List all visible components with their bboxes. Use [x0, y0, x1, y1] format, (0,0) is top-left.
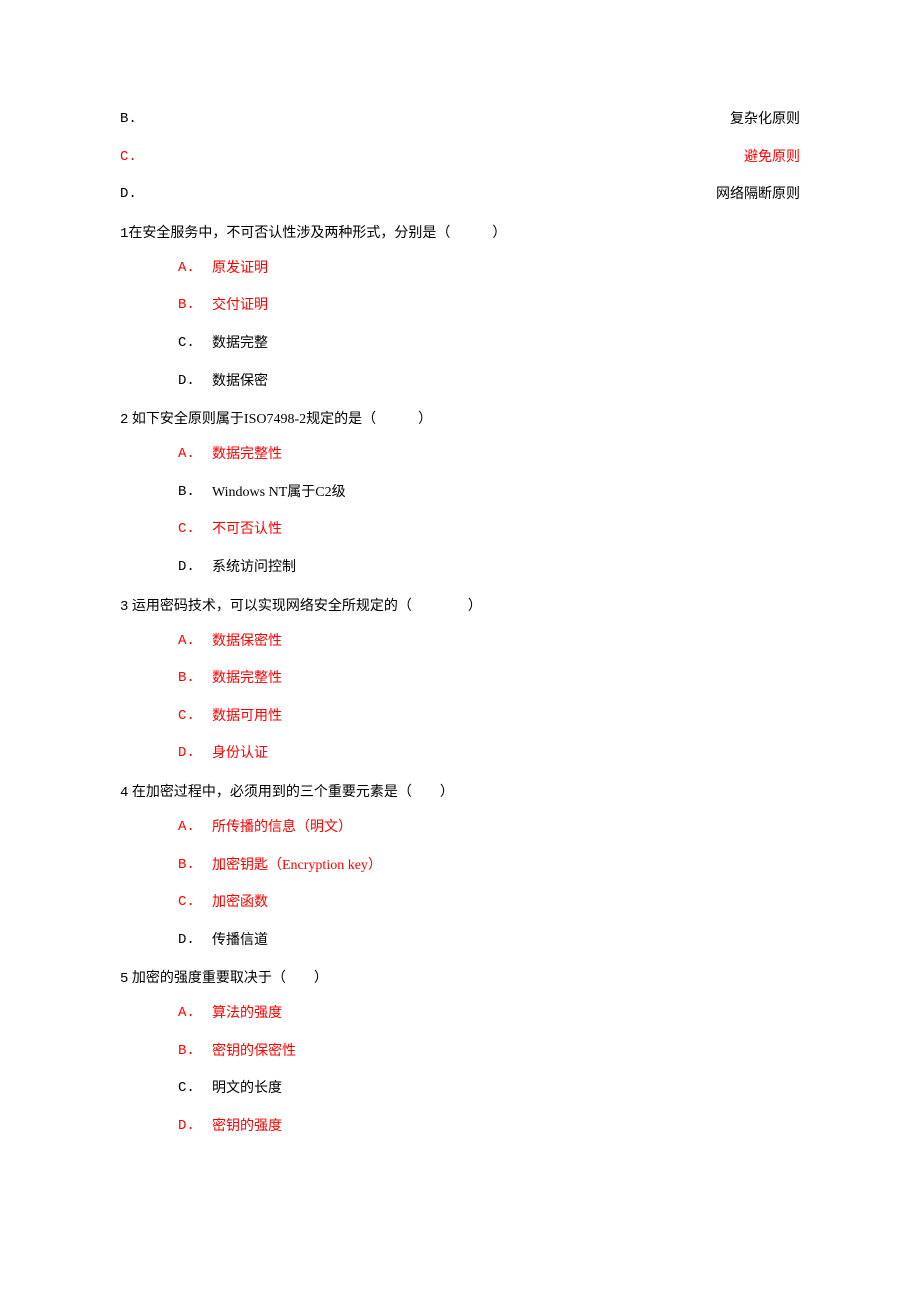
option-text: 密钥的强度	[212, 1117, 282, 1137]
option-row: D.数据保密	[178, 372, 800, 392]
option-text: 数据完整	[212, 334, 268, 354]
question-stem: 在安全服务中，不可否认性涉及两种形式，分别是（ ）	[128, 226, 506, 241]
option-row: C.明文的长度	[178, 1079, 800, 1099]
option-row: C.加密函数	[178, 893, 800, 913]
option-row: D.系统访问控制	[178, 558, 800, 578]
option-text: 复杂化原则	[730, 110, 800, 130]
option-letter: C.	[178, 520, 212, 540]
option-text: 数据保密性	[212, 632, 282, 652]
option-row: A.数据保密性	[178, 632, 800, 652]
option-row: D.传播信道	[178, 931, 800, 951]
option-text: Windows NT属于C2级	[212, 483, 346, 503]
option-text: 加密函数	[212, 893, 268, 913]
question-block: 1在安全服务中，不可否认性涉及两种形式，分别是（ ） A.原发证明 B.交付证明…	[120, 223, 800, 391]
option-letter: B.	[178, 669, 212, 689]
option-text: 系统访问控制	[212, 558, 296, 578]
option-text: 传播信道	[212, 931, 268, 951]
question-stem: 运用密码技术，可以实现网络安全所规定的（ ）	[128, 599, 482, 614]
option-letter: C.	[178, 334, 212, 354]
option-text: 算法的强度	[212, 1004, 282, 1024]
question-text: 2 如下安全原则属于ISO7498-2规定的是（ ）	[120, 409, 800, 431]
option-list: A.算法的强度 B.密钥的保密性 C.明文的长度 D.密钥的强度	[120, 1004, 800, 1136]
option-row: B.密钥的保密性	[178, 1042, 800, 1062]
option-letter: B.	[178, 483, 212, 503]
option-row: A.原发证明	[178, 259, 800, 279]
option-list: A.数据保密性 B.数据完整性 C.数据可用性 D.身份认证	[120, 632, 800, 764]
option-letter: B.	[178, 1042, 212, 1062]
option-letter: B.	[178, 856, 212, 876]
option-text: 数据可用性	[212, 707, 282, 727]
option-letter: A.	[178, 818, 212, 838]
question-stem: 加密的强度重要取决于（ ）	[128, 971, 328, 986]
question-block: 5 加密的强度重要取决于（ ） A.算法的强度 B.密钥的保密性 C.明文的长度…	[120, 968, 800, 1136]
question-text: 4 在加密过程中，必须用到的三个重要元素是（ ）	[120, 782, 800, 804]
option-text: 原发证明	[212, 259, 268, 279]
option-text: 身份认证	[212, 744, 268, 764]
option-letter: C.	[120, 148, 150, 168]
top-option-row: B. 复杂化原则	[120, 110, 800, 130]
top-option-row: D. 网络隔断原则	[120, 185, 800, 205]
option-letter: D.	[178, 931, 212, 951]
option-text: 数据完整性	[212, 445, 282, 465]
question-stem: 如下安全原则属于ISO7498-2规定的是（ ）	[128, 412, 432, 427]
option-letter: A.	[178, 445, 212, 465]
option-letter: D.	[120, 185, 150, 205]
option-row: D.密钥的强度	[178, 1117, 800, 1137]
top-option-block: B. 复杂化原则 C. 避免原则 D. 网络隔断原则	[120, 110, 800, 205]
option-row: B.数据完整性	[178, 669, 800, 689]
option-row: B.加密钥匙（Encryption key）	[178, 856, 800, 876]
option-row: A.数据完整性	[178, 445, 800, 465]
option-list: A.数据完整性 B.Windows NT属于C2级 C.不可否认性 D.系统访问…	[120, 445, 800, 577]
document-page: B. 复杂化原则 C. 避免原则 D. 网络隔断原则 1在安全服务中，不可否认性…	[0, 0, 920, 1255]
option-letter: D.	[178, 744, 212, 764]
option-text: 不可否认性	[212, 520, 282, 540]
option-row: C.数据完整	[178, 334, 800, 354]
option-text: 数据完整性	[212, 669, 282, 689]
option-list: A.原发证明 B.交付证明 C.数据完整 D.数据保密	[120, 259, 800, 391]
question-block: 4 在加密过程中，必须用到的三个重要元素是（ ） A.所传播的信息（明文） B.…	[120, 782, 800, 950]
option-letter: D.	[178, 1117, 212, 1137]
option-letter: C.	[178, 707, 212, 727]
option-letter: A.	[178, 259, 212, 279]
option-row: B.交付证明	[178, 296, 800, 316]
question-text: 1在安全服务中，不可否认性涉及两种形式，分别是（ ）	[120, 223, 800, 245]
option-letter: A.	[178, 1004, 212, 1024]
option-text: 避免原则	[744, 148, 800, 168]
question-block: 2 如下安全原则属于ISO7498-2规定的是（ ） A.数据完整性 B.Win…	[120, 409, 800, 577]
option-letter: D.	[178, 558, 212, 578]
option-letter: C.	[178, 1079, 212, 1099]
option-row: A.算法的强度	[178, 1004, 800, 1024]
option-row: B.Windows NT属于C2级	[178, 483, 800, 503]
option-row: D.身份认证	[178, 744, 800, 764]
question-block: 3 运用密码技术，可以实现网络安全所规定的（ ） A.数据保密性 B.数据完整性…	[120, 596, 800, 764]
option-letter: B.	[178, 296, 212, 316]
option-text: 明文的长度	[212, 1079, 282, 1099]
top-option-row: C. 避免原则	[120, 148, 800, 168]
option-row: A.所传播的信息（明文）	[178, 818, 800, 838]
option-text: 所传播的信息（明文）	[212, 818, 352, 838]
option-text: 数据保密	[212, 372, 268, 392]
option-letter: A.	[178, 632, 212, 652]
option-letter: D.	[178, 372, 212, 392]
option-row: C.数据可用性	[178, 707, 800, 727]
option-text: 加密钥匙（Encryption key）	[212, 856, 382, 876]
option-letter: C.	[178, 893, 212, 913]
option-list: A.所传播的信息（明文） B.加密钥匙（Encryption key） C.加密…	[120, 818, 800, 950]
option-row: C.不可否认性	[178, 520, 800, 540]
question-text: 3 运用密码技术，可以实现网络安全所规定的（ ）	[120, 596, 800, 618]
option-text: 交付证明	[212, 296, 268, 316]
question-text: 5 加密的强度重要取决于（ ）	[120, 968, 800, 990]
option-letter: B.	[120, 110, 150, 130]
option-text: 网络隔断原则	[716, 185, 800, 205]
option-text: 密钥的保密性	[212, 1042, 296, 1062]
question-stem: 在加密过程中，必须用到的三个重要元素是（ ）	[128, 785, 454, 800]
